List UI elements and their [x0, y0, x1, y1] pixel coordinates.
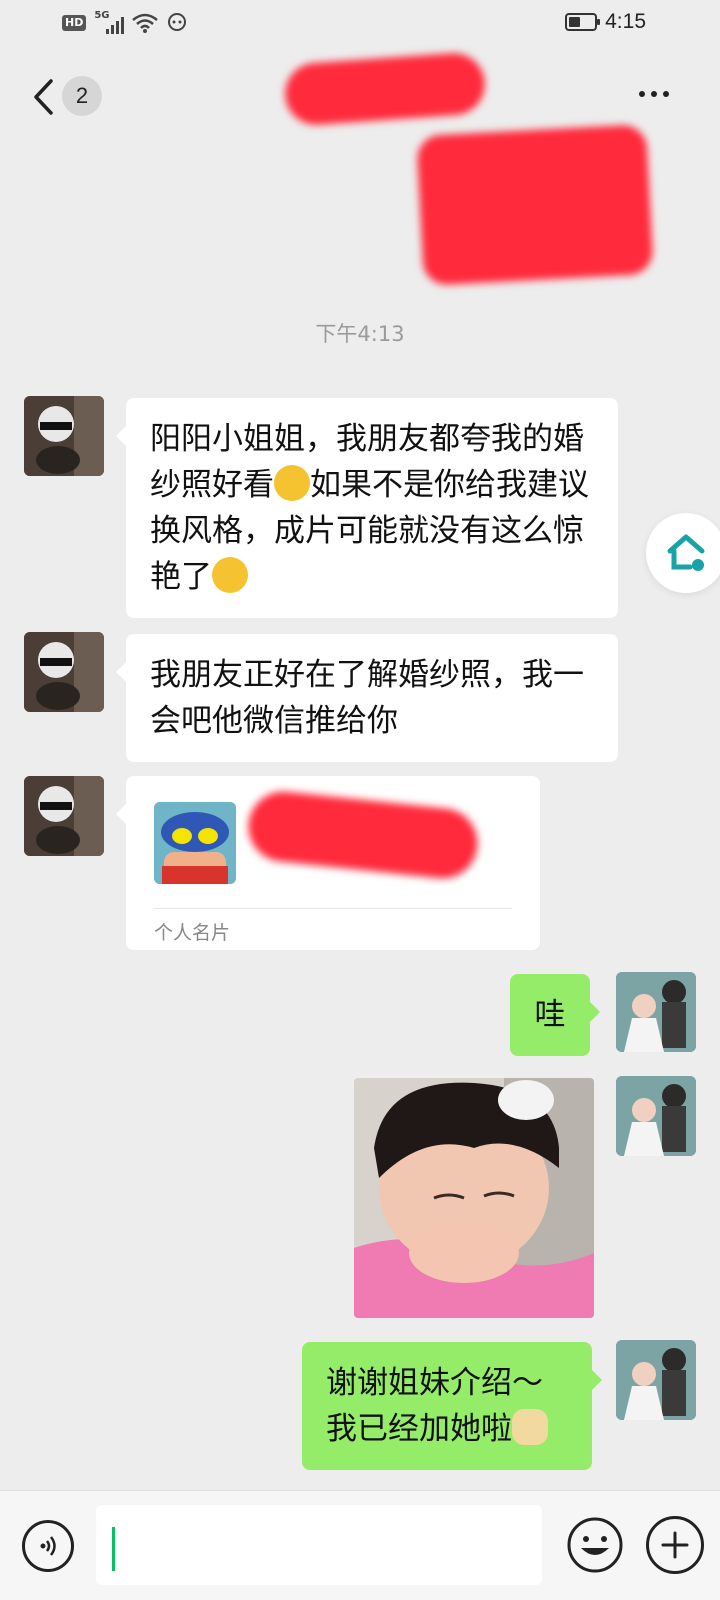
card-avatar	[154, 802, 236, 884]
grin-emoji-icon	[212, 557, 248, 593]
text-caret	[112, 1527, 115, 1571]
doge-emoji-icon	[512, 1409, 548, 1445]
message-text: 哇	[534, 997, 566, 1033]
voice-button[interactable]	[22, 1520, 74, 1572]
card-type-label: 个人名片	[154, 922, 231, 944]
message-input[interactable]	[96, 1505, 542, 1585]
my-avatar[interactable]	[616, 1076, 696, 1156]
chat-screen: HD 5G 4:15 2 下午4:13 阳阳小姐姐，我朋友都夸我的婚纱照好看 如…	[0, 0, 720, 1600]
status-bar: HD 5G 4:15	[0, 0, 720, 48]
notification-icon	[168, 13, 187, 31]
status-left: HD 5G	[62, 10, 190, 34]
battery-icon	[565, 13, 601, 31]
my-avatar[interactable]	[616, 972, 696, 1052]
home-icon	[667, 534, 705, 571]
hd-badge: HD	[62, 15, 87, 31]
contact-avatar[interactable]	[24, 396, 104, 476]
message-bubble[interactable]: 哇	[510, 974, 600, 1056]
message-bubble[interactable]: 谢谢姐妹介绍～我已经加她啦	[302, 1342, 602, 1470]
message-bubble[interactable]: 我朋友正好在了解婚纱照，我一会吧他微信推给你	[116, 634, 618, 762]
shy-smile-emoji-icon	[274, 465, 310, 501]
more-icon	[639, 91, 645, 97]
contact-avatar[interactable]	[24, 776, 104, 856]
sticker-image[interactable]	[354, 1078, 594, 1318]
input-bar	[0, 1490, 720, 1600]
unread-count-badge[interactable]: 2	[62, 76, 102, 116]
card-divider	[154, 908, 512, 909]
back-button[interactable]	[26, 74, 60, 120]
my-avatar[interactable]	[616, 1340, 696, 1420]
voice-icon	[40, 1536, 56, 1556]
status-time: 4:15	[605, 10, 646, 33]
battery-level	[569, 17, 580, 27]
message-bubble[interactable]: 阳阳小姐姐，我朋友都夸我的婚纱照好看 如果不是你给我建议换风格，成片可能就没有这么…	[116, 398, 618, 618]
signal-icon: 5G	[94, 10, 125, 34]
plus-icon	[661, 1531, 689, 1559]
emoji-icon[interactable]	[566, 1516, 624, 1574]
wifi-icon	[132, 13, 159, 33]
contact-avatar[interactable]	[24, 632, 104, 712]
status-right: 4:15	[565, 10, 646, 34]
message-text: 我朋友正好在了解婚纱照，我一会吧他微信推给你	[150, 657, 584, 739]
floating-home-button[interactable]	[646, 513, 720, 593]
back-icon	[34, 79, 53, 115]
message-text: 谢谢姐妹介绍～我已经加她啦	[326, 1365, 543, 1447]
redacted-block	[416, 124, 654, 286]
message-timestamp: 下午4:13	[315, 322, 405, 346]
more-button[interactable]	[634, 82, 674, 106]
plus-button[interactable]	[646, 1516, 704, 1574]
